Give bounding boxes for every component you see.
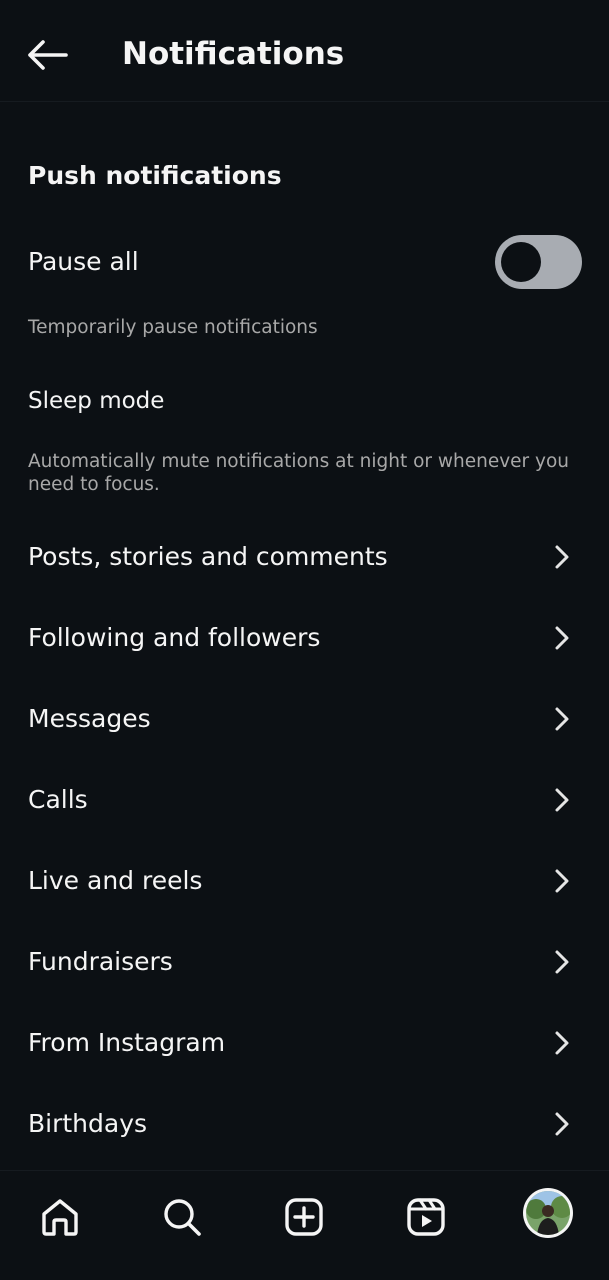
page-title: Notifications bbox=[122, 36, 345, 72]
menu-item-birthdays[interactable]: Birthdays bbox=[0, 1084, 609, 1165]
home-icon bbox=[42, 1199, 78, 1236]
menu-item-label: Fundraisers bbox=[28, 947, 173, 976]
profile-avatar bbox=[526, 1191, 570, 1235]
search-icon bbox=[164, 1199, 201, 1236]
create-icon bbox=[285, 1198, 323, 1236]
reels-tab[interactable] bbox=[398, 1189, 454, 1245]
menu-item-label: Birthdays bbox=[28, 1109, 148, 1138]
sleep-mode-button[interactable]: Sleep mode bbox=[28, 383, 164, 419]
chevron-right-icon bbox=[555, 545, 569, 569]
menu-item-fundraisers[interactable]: Fundraisers bbox=[0, 922, 609, 1003]
menu-item-label: From Instagram bbox=[28, 1028, 226, 1057]
chevron-right-icon bbox=[555, 707, 569, 731]
chevron-right-icon bbox=[555, 1031, 569, 1055]
menu-item-label: Following and followers bbox=[28, 623, 321, 652]
pause-all-toggle[interactable] bbox=[495, 235, 582, 289]
menu-item-from-instagram[interactable]: From Instagram bbox=[0, 1003, 609, 1084]
section-heading-push-notifications: Push notifications bbox=[28, 161, 282, 190]
top-app-bar: Notifications bbox=[0, 0, 609, 102]
reels-icon bbox=[407, 1198, 445, 1236]
search-tab[interactable] bbox=[154, 1189, 210, 1245]
menu-item-posts-stories-comments[interactable]: Posts, stories and comments bbox=[0, 517, 609, 598]
chevron-right-icon bbox=[555, 788, 569, 812]
menu-item-label: Live and reels bbox=[28, 866, 203, 895]
menu-item-messages[interactable]: Messages bbox=[0, 679, 609, 760]
menu-item-label: Calls bbox=[28, 785, 88, 814]
chevron-right-icon bbox=[555, 869, 569, 893]
menu-item-label: Messages bbox=[28, 704, 151, 733]
menu-item-label: Posts, stories and comments bbox=[28, 542, 388, 571]
chevron-right-icon bbox=[555, 1112, 569, 1136]
menu-item-following-followers[interactable]: Following and followers bbox=[0, 598, 609, 679]
chevron-right-icon bbox=[555, 626, 569, 650]
create-tab[interactable] bbox=[276, 1189, 332, 1245]
toggle-knob bbox=[501, 242, 541, 282]
menu-item-calls[interactable]: Calls bbox=[0, 760, 609, 841]
pause-all-label: Pause all bbox=[28, 247, 139, 276]
home-tab[interactable] bbox=[32, 1189, 88, 1245]
sleep-mode-caption: Automatically mute notifications at nigh… bbox=[28, 451, 570, 495]
pause-all-caption: Temporarily pause notifications bbox=[28, 317, 318, 338]
back-button[interactable] bbox=[22, 33, 72, 77]
profile-tab[interactable] bbox=[523, 1188, 573, 1238]
bottom-navigation bbox=[0, 1170, 609, 1280]
arrow-left-icon bbox=[28, 40, 68, 70]
chevron-right-icon bbox=[555, 950, 569, 974]
menu-item-live-reels[interactable]: Live and reels bbox=[0, 841, 609, 922]
